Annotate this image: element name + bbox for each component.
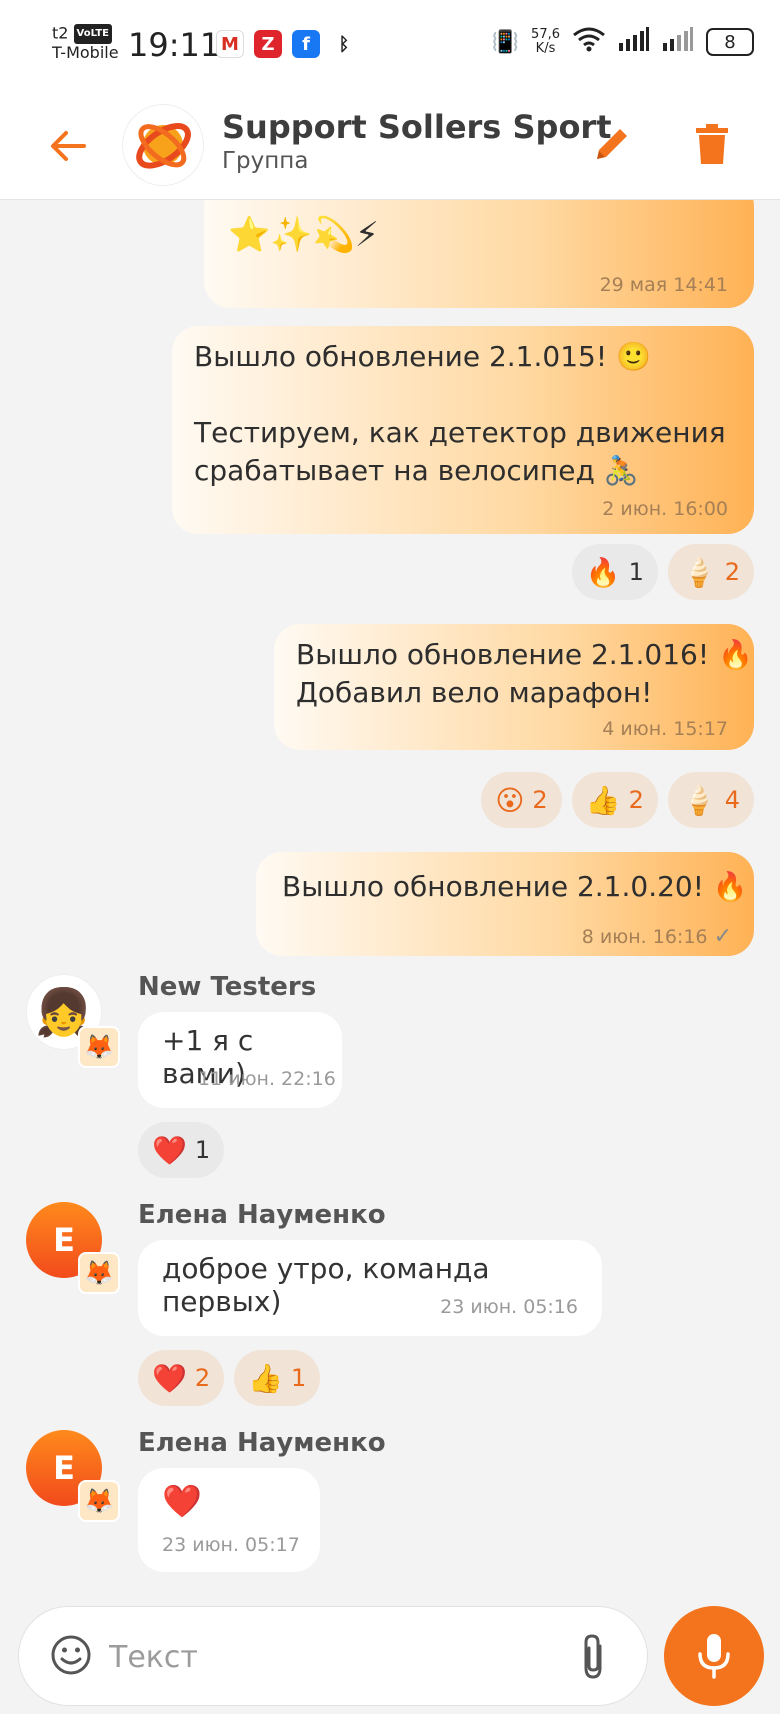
voice-record-button[interactable] [664, 1606, 764, 1706]
message-text: Вышло обновление 2.1.016! 🔥 Добавил вело… [296, 638, 753, 709]
system-icons: 📳 57,6 K/s 8 [492, 26, 754, 58]
arrow-left-icon [51, 131, 86, 161]
reaction-fire[interactable]: 🔥 1 [571, 544, 658, 600]
group-title: Support Sollers Sport [222, 108, 612, 146]
ice-cream-icon: 🍦 [681, 555, 717, 589]
message-time: 11 июн. 22:16 [198, 1068, 336, 1090]
carrier-top: t2 [52, 23, 69, 43]
paperclip-icon [584, 1634, 602, 1679]
attach-button[interactable] [567, 1629, 619, 1685]
smiley-icon [51, 1635, 91, 1675]
volte-badge: VoLTE [73, 24, 112, 44]
message-time: 23 июн. 05:16 [440, 1296, 578, 1318]
reaction-thumbs-up[interactable]: 👍 1 [234, 1350, 321, 1406]
message-reactions: 🔥 1 🍦 2 [571, 544, 754, 600]
network-speed-unit: K/s [535, 41, 556, 56]
thumbs-up-icon: 👍 [248, 1361, 284, 1395]
emoji-button[interactable] [49, 1633, 97, 1681]
surprised-face-icon: 😮 [495, 783, 525, 817]
group-subtitle: Группа [222, 148, 309, 174]
message-time: 23 июн. 05:17 [162, 1534, 300, 1556]
reaction-count: 1 [291, 1364, 307, 1392]
message-time-text: 8 июн. 16:16 [581, 926, 708, 948]
sender-name: Елена Науменко [138, 1428, 386, 1458]
message-time: 4 июн. 15:17 [602, 718, 728, 740]
network-speed-value: 57,6 [531, 27, 560, 42]
signal-icon-2 [662, 27, 694, 57]
reaction-count: 2 [194, 1364, 211, 1392]
status-bar: t2 VoLTE T-Mobile 19:11 M Z f ᛒ 📳 57,6 K… [0, 0, 780, 90]
message-list[interactable]: ⭐✨💫⚡ 29 мая 14:41 Вышло обновление 2.1.0… [0, 200, 780, 1594]
group-logo-icon [136, 123, 191, 169]
reaction-count: 1 [194, 1136, 211, 1164]
carrier-info: t2 VoLTE T-Mobile [52, 24, 119, 62]
message-text: Вышло обновление 2.1.0.20! 🔥 [282, 870, 748, 903]
vibrate-icon: 📳 [491, 29, 520, 55]
trash-icon [696, 124, 728, 164]
notification-icons: M Z f ᛒ [216, 30, 358, 58]
reaction-heart[interactable]: ❤️ 2 [138, 1350, 225, 1406]
avatar-letter: Е [53, 1449, 75, 1487]
clock: 19:11 [128, 26, 221, 64]
network-speed: 57,6 K/s [531, 28, 560, 56]
message-bubble-in[interactable]: доброе утро, команда первых) 23 июн. 05:… [138, 1240, 602, 1336]
fire-icon: 🔥 [585, 555, 621, 589]
sender-badge-icon: 🦊 [78, 1026, 120, 1068]
battery-level: 8 [724, 31, 736, 53]
reaction-count: 4 [724, 786, 740, 814]
reaction-count: 1 [628, 558, 644, 586]
message-text: ❤️ [162, 1482, 202, 1520]
message-reactions: ❤️ 1 [138, 1122, 225, 1178]
message-input[interactable] [109, 1629, 559, 1685]
delete-button[interactable] [686, 118, 738, 170]
message-text: Вышло обновление 2.1.015! 🙂 Тестируем, к… [194, 340, 726, 487]
carrier-bottom: T-Mobile [52, 43, 119, 62]
thumbs-up-icon: 👍 [585, 783, 621, 817]
reaction-heart[interactable]: ❤️ 1 [138, 1122, 225, 1178]
chat-header: Support Sollers Sport Группа [0, 90, 780, 200]
sender-badge-icon: 🦊 [78, 1252, 120, 1294]
sender-badge-icon: 🦊 [78, 1480, 120, 1522]
reaction-ice-cream[interactable]: 🍦 2 [667, 544, 754, 600]
sender-name: New Testers [138, 972, 317, 1002]
wifi-icon [572, 26, 606, 58]
edit-button[interactable] [586, 118, 638, 170]
message-bubble-out[interactable]: Вышло обновление 2.1.016! 🔥 Добавил вело… [274, 624, 754, 750]
signal-icon [618, 27, 650, 57]
message-reactions: 😮 2 👍 2 🍦 4 [481, 772, 754, 828]
message-reactions: ❤️ 2 👍 1 [138, 1350, 321, 1406]
reaction-count: 2 [532, 786, 548, 814]
reaction-count: 2 [628, 786, 644, 814]
gmail-icon: M [216, 30, 244, 58]
group-avatar[interactable] [122, 104, 204, 186]
facebook-icon: f [292, 30, 320, 58]
bluetooth-icon: ᛒ [338, 33, 350, 55]
message-bubble-out[interactable]: Вышло обновление 2.1.015! 🙂 Тестируем, к… [172, 326, 754, 534]
message-input-box [18, 1606, 648, 1706]
battery-icon: 8 [706, 28, 754, 56]
composer [0, 1594, 780, 1714]
message-bubble-in[interactable]: ❤️ 23 июн. 05:17 [138, 1468, 320, 1572]
message-time: 29 мая 14:41 [599, 274, 728, 296]
reaction-count: 2 [724, 558, 740, 586]
ice-cream-icon: 🍦 [681, 783, 717, 817]
microphone-icon [698, 1634, 730, 1679]
message-bubble-out[interactable]: Вышло обновление 2.1.0.20! 🔥 8 июн. 16:1… [256, 852, 754, 956]
pencil-icon [597, 129, 627, 159]
message-bubble-in[interactable]: +1 я с вами) 11 июн. 22:16 [138, 1012, 342, 1108]
heart-icon: ❤️ [152, 1133, 187, 1167]
sender-name: Елена Науменко [138, 1200, 386, 1230]
message-time: 2 июн. 16:00 [602, 498, 728, 520]
back-button[interactable] [44, 122, 92, 170]
zen-app-icon: Z [254, 30, 282, 58]
reaction-thumbs-up[interactable]: 👍 2 [571, 772, 658, 828]
message-text: ⭐✨💫⚡ [228, 215, 379, 255]
heart-icon: ❤️ [152, 1361, 187, 1395]
avatar-letter: Е [53, 1221, 75, 1259]
sent-check-icon: ✓ [713, 924, 732, 949]
message-time: 8 июн. 16:16 ✓ [582, 918, 732, 956]
message-bubble-out[interactable]: ⭐✨💫⚡ 29 мая 14:41 [204, 200, 754, 308]
reaction-surprised[interactable]: 😮 2 [481, 772, 562, 828]
reaction-ice-cream[interactable]: 🍦 4 [667, 772, 754, 828]
